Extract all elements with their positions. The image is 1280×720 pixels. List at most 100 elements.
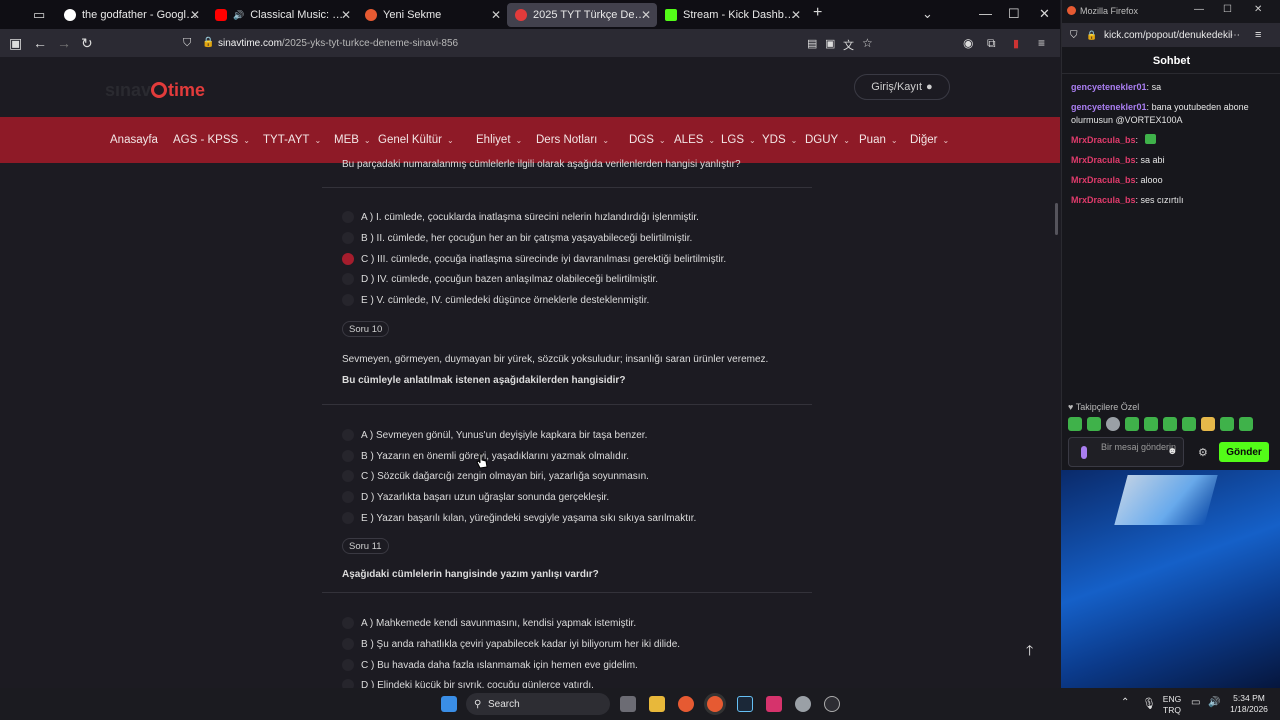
close-icon[interactable]: ✕ bbox=[341, 8, 351, 22]
reload-icon[interactable]: ↻ bbox=[81, 35, 93, 52]
translate-icon[interactable]: ⽂ bbox=[843, 37, 854, 53]
sidebar-icon[interactable]: ▣ bbox=[9, 35, 22, 52]
menu-item[interactable]: Anasayfa bbox=[110, 134, 158, 146]
emote-icon[interactable] bbox=[1087, 417, 1101, 431]
firefox-active-icon[interactable] bbox=[707, 696, 723, 712]
radio-button[interactable] bbox=[342, 659, 354, 671]
radio-button[interactable] bbox=[342, 512, 354, 524]
microphone-icon[interactable]: 🎙 bbox=[1142, 697, 1156, 710]
emote-icon[interactable] bbox=[1163, 417, 1177, 431]
taskbar-search[interactable]: ⚲ Search bbox=[466, 693, 610, 715]
scrollbar[interactable] bbox=[1055, 203, 1058, 235]
obs-icon[interactable] bbox=[824, 696, 840, 712]
radio-button[interactable] bbox=[342, 491, 354, 503]
emote-icon[interactable] bbox=[1144, 417, 1158, 431]
microphone-icon[interactable] bbox=[1081, 446, 1087, 459]
addon-icon[interactable]: ▮ bbox=[1013, 37, 1019, 50]
tab-list-icon[interactable]: ▭ bbox=[33, 7, 45, 23]
option-10c[interactable]: C ) Sözcük dağarcığı zengin olmayan biri… bbox=[342, 469, 649, 483]
radio-button[interactable] bbox=[342, 450, 354, 462]
emoji-icon[interactable]: ☻ bbox=[1167, 446, 1178, 457]
option-10d[interactable]: D ) Yazarlıkta başarı uzun uğraşlar sonu… bbox=[342, 490, 609, 504]
gear-icon[interactable]: ⚙ bbox=[1198, 446, 1208, 459]
emote-icon[interactable] bbox=[1068, 417, 1082, 431]
option-10a[interactable]: A ) Sevmeyen gönül, Yunus'un deyişiyle k… bbox=[342, 428, 647, 442]
forward-icon[interactable]: → bbox=[57, 35, 71, 51]
emote-icon[interactable] bbox=[1106, 417, 1120, 431]
emote-icon[interactable] bbox=[1220, 417, 1234, 431]
option-9d[interactable]: D ) IV. cümlede, çocuğun bazen anlaşılma… bbox=[342, 272, 658, 286]
option-9b[interactable]: B ) II. cümlede, her çocuğun her an bir … bbox=[342, 231, 692, 245]
lock-icon[interactable]: 🔒 bbox=[202, 37, 214, 48]
option-11c[interactable]: C ) Bu havada daha fazla ıslanmamak için… bbox=[342, 658, 638, 672]
option-11a[interactable]: A ) Mahkemede kendi savunmasını, kendisi… bbox=[342, 616, 636, 630]
radio-button[interactable] bbox=[342, 232, 354, 244]
tab-youtube[interactable]: 🔊 Classical Music: Bach, Beeth ✕ bbox=[207, 3, 357, 27]
speaker-icon[interactable]: 🔊 bbox=[233, 10, 244, 21]
clock[interactable]: 5:34 PM 1/18/2026 bbox=[1226, 693, 1272, 715]
tab-sinavtime[interactable]: 2025 TYT Türkçe Deneme Sınav ✕ bbox=[507, 3, 657, 27]
tab-new[interactable]: Yeni Sekme ✕ bbox=[357, 3, 507, 27]
settings-icon[interactable] bbox=[795, 696, 811, 712]
volume-icon[interactable]: 🔊 bbox=[1208, 697, 1220, 708]
option-9e[interactable]: E ) V. cümlede, IV. cümledeki düşünce ör… bbox=[342, 293, 649, 307]
more-icon[interactable]: ⋯ bbox=[1230, 30, 1240, 41]
radio-button[interactable] bbox=[342, 294, 354, 306]
shield-icon[interactable]: ⛉ bbox=[183, 37, 191, 50]
radio-button[interactable] bbox=[342, 638, 354, 650]
radio-button[interactable] bbox=[342, 273, 354, 285]
account-icon[interactable]: ◉ bbox=[963, 36, 973, 50]
steam-icon[interactable] bbox=[737, 696, 753, 712]
close-icon[interactable]: ✕ bbox=[1254, 4, 1262, 15]
maximize-icon[interactable]: ☐ bbox=[1223, 4, 1232, 15]
menu-item[interactable]: Genel Kültür ⌄ bbox=[378, 134, 454, 146]
site-logo[interactable]: sınav time bbox=[105, 80, 205, 101]
file-explorer-icon[interactable] bbox=[649, 696, 665, 712]
new-tab-button[interactable]: + bbox=[813, 4, 822, 22]
chat-input[interactable]: Bir mesaj gönderin ☻ bbox=[1068, 437, 1184, 467]
menu-item[interactable]: MEB ⌄ bbox=[334, 134, 371, 146]
menu-item[interactable]: Ders Notları ⌄ bbox=[536, 134, 609, 146]
close-icon[interactable]: ✕ bbox=[791, 8, 801, 22]
emote-icon[interactable] bbox=[1239, 417, 1253, 431]
minimize-icon[interactable]: — bbox=[1194, 4, 1204, 15]
option-11b[interactable]: B ) Şu anda rahatlıkla çeviri yapabilece… bbox=[342, 637, 680, 651]
tab-google[interactable]: the godfather - Google'da Ara ✕ bbox=[56, 3, 206, 27]
close-icon[interactable]: ✕ bbox=[641, 8, 651, 22]
reader-icon[interactable]: ▤ bbox=[807, 37, 817, 50]
option-10e[interactable]: E ) Yazarı başarılı kılan, yüreğindeki s… bbox=[342, 511, 696, 525]
close-window-icon[interactable]: ✕ bbox=[1039, 6, 1050, 22]
language-indicator[interactable]: ENG TRQ bbox=[1159, 694, 1185, 716]
login-button[interactable]: Giriş/Kayıt ● bbox=[854, 74, 950, 100]
radio-button-selected[interactable] bbox=[342, 253, 354, 265]
maximize-icon[interactable]: ☐ bbox=[1008, 6, 1020, 22]
send-button[interactable]: Gönder bbox=[1219, 442, 1269, 462]
menu-item[interactable]: Ehliyet ⌄ bbox=[476, 134, 522, 146]
popup-url-bar[interactable]: ⛉ 🔒 kick.com/popout/denukedekil ⋯ ≡ bbox=[1062, 23, 1280, 47]
minimize-icon[interactable]: — bbox=[979, 6, 992, 21]
chevron-down-icon[interactable]: ⌄ bbox=[922, 6, 933, 22]
emote-icon[interactable] bbox=[1182, 417, 1196, 431]
scroll-top-arrow-icon[interactable]: 🡑 bbox=[1026, 640, 1033, 664]
windows-start-icon[interactable] bbox=[441, 696, 457, 712]
task-view-icon[interactable] bbox=[620, 696, 636, 712]
extensions-icon[interactable]: ⧉ bbox=[987, 36, 996, 51]
radio-button[interactable] bbox=[342, 429, 354, 441]
menu-item[interactable]: AGS - KPSS ⌄ bbox=[173, 134, 250, 146]
emote-icon[interactable] bbox=[1201, 417, 1215, 431]
menu-item[interactable]: DGS ⌄ bbox=[629, 134, 666, 146]
option-11d[interactable]: D ) Elindeki küçük bir sıyrık, çocuğu gü… bbox=[342, 678, 594, 688]
option-9c[interactable]: C ) III. cümlede, çocuğa inatlaşma sürec… bbox=[342, 252, 726, 266]
option-9a[interactable]: A ) I. cümlede, çocuklarda inatlaşma sür… bbox=[342, 210, 699, 224]
close-icon[interactable]: ✕ bbox=[491, 8, 501, 22]
firefox-icon[interactable] bbox=[678, 696, 694, 712]
menu-icon[interactable]: ≡ bbox=[1255, 29, 1261, 41]
menu-item[interactable]: ALES ⌄ bbox=[674, 134, 715, 146]
radio-button[interactable] bbox=[342, 470, 354, 482]
tab-kick[interactable]: Stream - Kick Dashboard ✕ bbox=[657, 3, 807, 27]
menu-item[interactable]: YDS ⌄ bbox=[762, 134, 797, 146]
chevron-up-icon[interactable]: ⌃ bbox=[1121, 697, 1129, 708]
back-icon[interactable]: ← bbox=[33, 35, 47, 51]
menu-item[interactable]: TYT-AYT ⌄ bbox=[263, 134, 321, 146]
radio-button[interactable] bbox=[342, 617, 354, 629]
